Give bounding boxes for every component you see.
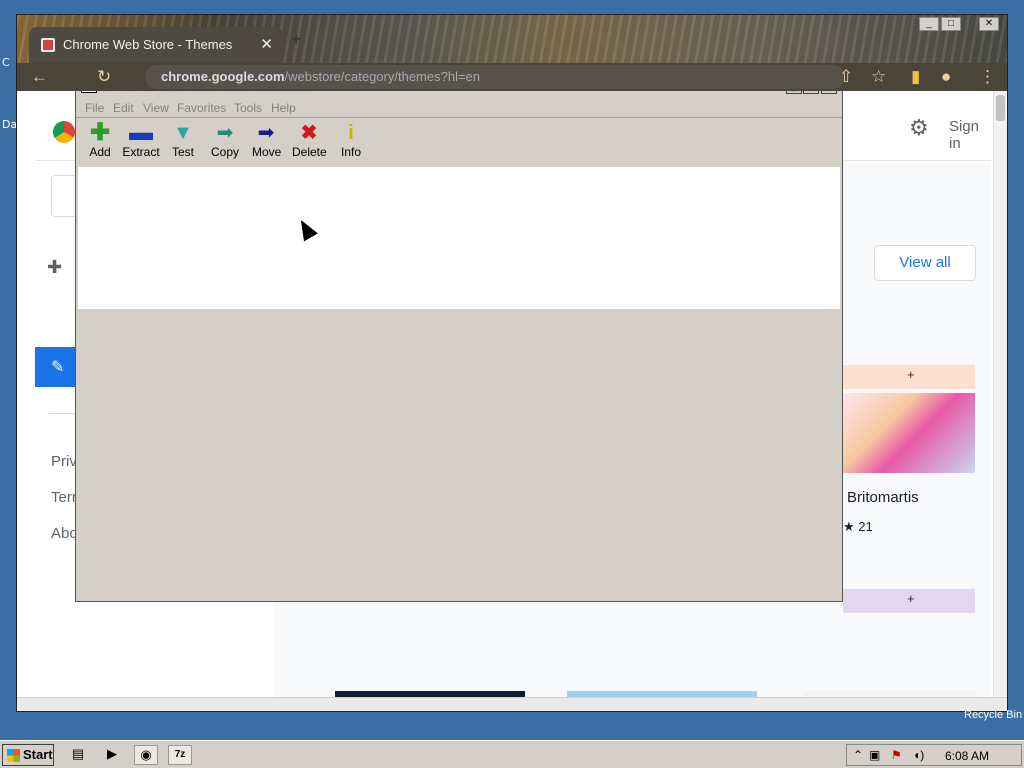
share-icon[interactable]: ⇧ (839, 67, 853, 87)
extract-button[interactable]: ▬ Extract (122, 121, 160, 165)
vertical-scrollbar[interactable] (993, 91, 1007, 697)
new-tab-button[interactable]: + (291, 29, 302, 50)
delete-button[interactable]: ✖ Delete (292, 121, 327, 165)
volume-icon[interactable]: ◖) (913, 748, 924, 762)
settings-gear-icon[interactable]: ⚙ (909, 115, 929, 141)
nav-link-about[interactable]: Abo (51, 525, 78, 542)
desktop-icon-label: Da (2, 118, 18, 131)
move-icon: ➡ (257, 122, 275, 144)
delete-icon: ✖ (300, 122, 318, 144)
media-player-icon[interactable]: ▶ (100, 745, 124, 765)
bookmark-star-icon[interactable]: ☆ (871, 67, 886, 87)
extract-icon: ▬ (129, 119, 153, 146)
info-icon: i (348, 122, 354, 144)
menu-tools[interactable]: Tools (234, 101, 262, 115)
desktop-icon-label: C (2, 56, 10, 69)
chrome-logo-icon[interactable] (53, 121, 75, 143)
menu-help[interactable]: Help (271, 101, 296, 115)
theme-card-header: + (843, 365, 975, 389)
copy-button[interactable]: ➡ Copy (211, 121, 239, 165)
chrome-toolbar: ← ↻ chrome.google.com/webstore/category/… (17, 63, 1007, 91)
sevenzip-window: 7z C:\Users\vm1\Downloads\c0fhNM.7z\ _ □… (75, 76, 843, 602)
tab-title: Chrome Web Store - Themes (63, 37, 233, 52)
close-button[interactable]: ✕ (979, 17, 999, 31)
menu-file[interactable]: File (85, 101, 104, 115)
network-icon[interactable]: ▣ (869, 748, 880, 762)
action-center-icon[interactable]: ⚑ (891, 748, 902, 762)
test-icon: ▼ (173, 122, 193, 144)
move-button[interactable]: ➡ Move (252, 121, 281, 165)
chrome-menu-icon[interactable]: ⋮ (979, 67, 996, 87)
reload-icon[interactable]: ↻ (97, 67, 111, 87)
chrome-taskbar-icon[interactable]: ◉ (134, 745, 158, 765)
tab-chrome-web-store[interactable]: Chrome Web Store - Themes ✕ (29, 27, 283, 63)
copy-icon: ➡ (216, 122, 234, 144)
tab-close-icon[interactable]: ✕ (260, 35, 273, 53)
theme-card-header: + (843, 589, 975, 613)
sevenzip-taskbar-icon[interactable]: 7z (168, 745, 192, 765)
address-bar[interactable]: chrome.google.com/webstore/category/them… (145, 65, 845, 89)
sevenzip-menubar: File Edit View Favorites Tools Help (76, 98, 842, 118)
scrollbar-thumb[interactable] (996, 95, 1005, 121)
side-panel-icon[interactable]: ▮ (911, 67, 920, 87)
tray-expand-icon[interactable]: ⌃ (853, 748, 863, 762)
nav-link-terms[interactable]: Terr (51, 489, 77, 506)
minimize-button[interactable]: _ (919, 17, 939, 31)
horizontal-scrollbar[interactable] (17, 697, 1007, 711)
sign-in-link[interactable]: Sign in (949, 118, 991, 152)
test-button[interactable]: ▼ Test (170, 121, 196, 165)
clock[interactable]: 6:08 AM (945, 749, 989, 763)
view-all-button[interactable]: View all (874, 245, 976, 281)
taskbar: Start ▤ ▶ ◉ 7z ⌃ ▣ ⚑ ◖) 6:08 AM (0, 740, 1024, 768)
nav-link-privacy[interactable]: Priv (51, 453, 77, 470)
info-button[interactable]: i Info (340, 121, 362, 165)
chrome-titlebar[interactable]: Chrome Web Store - Themes ✕ + _ □ ✕ (17, 15, 1007, 63)
star-icon: ★ (843, 519, 855, 534)
add-icon: ✚ (89, 119, 111, 146)
theme-card-rating: ★ 21 (843, 519, 873, 534)
theme-card-title[interactable]: Britomartis (847, 489, 919, 506)
theme-card-image[interactable] (843, 393, 975, 473)
url-text: chrome.google.com/webstore/category/them… (161, 69, 481, 84)
system-tray: ⌃ ▣ ⚑ ◖) 6:08 AM (846, 744, 1022, 766)
explorer-folder-icon[interactable]: ▤ (66, 745, 90, 765)
add-button[interactable]: ✚ Add (88, 121, 112, 165)
recycle-bin-label[interactable]: Recycle Bin (964, 709, 1022, 721)
web-store-favicon-icon (41, 38, 55, 52)
maximize-button[interactable]: □ (941, 17, 961, 31)
menu-favorites[interactable]: Favorites (177, 101, 226, 115)
sevenzip-file-list[interactable] (78, 167, 840, 309)
sevenzip-toolbar: ✚ Add ▬ Extract ▼ Test ➡ Copy ➡ Move ✖ D… (76, 119, 842, 167)
back-arrow-icon[interactable]: ← (31, 67, 48, 87)
brush-icon: ✎ (51, 359, 65, 376)
menu-edit[interactable]: Edit (113, 101, 134, 115)
start-button[interactable]: Start (2, 744, 54, 766)
profile-avatar-icon[interactable]: ● (941, 67, 951, 87)
menu-view[interactable]: View (143, 101, 169, 115)
